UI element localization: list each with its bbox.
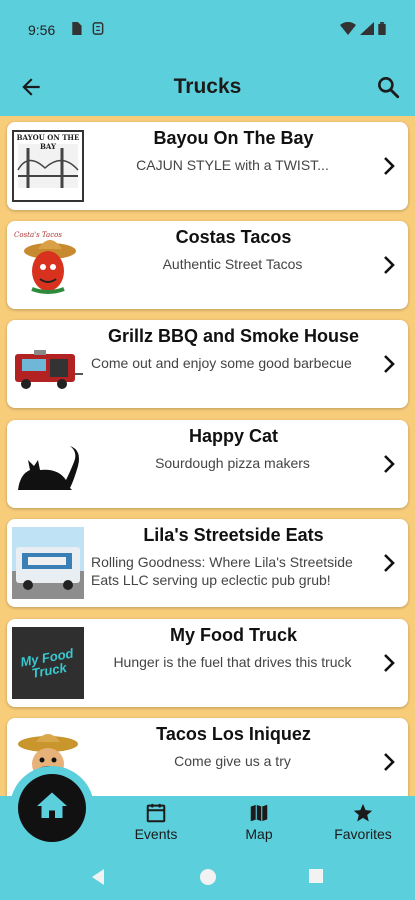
truck-card-grillz-bbq[interactable]: Grillz BBQ and Smoke House Come out and … — [7, 320, 408, 408]
truck-description: Rolling Goodness: Where Lila's Streetsid… — [91, 554, 353, 588]
calendar-icon — [146, 803, 166, 823]
home-button[interactable] — [18, 774, 86, 842]
truck-card-bayou-on-the-bay[interactable]: BAYOU ON THE BAY Bayou On The Bay CAJUN … — [7, 122, 408, 210]
chevron-right-icon — [384, 355, 395, 373]
truck-logo-my-food-truck: My Food Truck — [12, 627, 84, 699]
map-icon — [250, 804, 268, 822]
data-saver-icon — [92, 22, 104, 35]
truck-logo-grillz — [12, 328, 84, 400]
system-nav-bar — [0, 856, 415, 900]
chevron-right-icon — [384, 256, 395, 274]
truck-name: Tacos Los Iniquez — [156, 724, 311, 744]
star-icon — [353, 803, 373, 822]
truck-description: Hunger is the fuel that drives this truc… — [113, 654, 352, 670]
truck-name: Bayou On The Bay — [153, 128, 314, 148]
truck-list[interactable]: BAYOU ON THE BAY Bayou On The Bay CAJUN … — [0, 116, 415, 796]
truck-description: Come give us a try — [174, 753, 291, 769]
status-time: 9:56 — [28, 22, 56, 38]
truck-name: Costas Tacos — [175, 227, 292, 247]
costas-logo-text: Costa's Tacos — [14, 231, 62, 239]
truck-description: Authentic Street Tacos — [162, 256, 303, 272]
nav-map[interactable]: Map — [236, 802, 282, 842]
nav-map-label: Map — [245, 826, 273, 842]
truck-name: Lila's Streetside Eats — [143, 525, 324, 545]
status-bar: 9:56 — [0, 0, 415, 60]
truck-card-lilas-streetside-eats[interactable]: Lila's Streetside Eats Rolling Goodness:… — [7, 519, 408, 607]
search-icon[interactable] — [375, 74, 401, 100]
truck-logo-bayou: BAYOU ON THE BAY — [12, 130, 84, 202]
home-icon — [37, 792, 67, 818]
truck-description: Sourdough pizza makers — [155, 455, 310, 471]
bayou-logo-text: BAYOU ON THE BAY — [16, 133, 80, 151]
chevron-right-icon — [384, 455, 395, 473]
home-circle-icon[interactable] — [199, 868, 217, 886]
truck-description: CAJUN STYLE with a TWIST... — [136, 157, 329, 173]
truck-description: Come out and enjoy some good barbecue — [91, 355, 352, 371]
back-triangle-icon[interactable] — [90, 868, 106, 886]
signal-icon — [360, 22, 374, 35]
nav-favorites[interactable]: Favorites — [330, 802, 396, 842]
nav-events-label: Events — [134, 826, 178, 842]
truck-logo-costas: Costa's Tacos — [12, 229, 84, 301]
sim-card-icon — [72, 22, 82, 35]
chevron-right-icon — [384, 554, 395, 572]
app-bar: Trucks — [0, 60, 415, 116]
truck-card-happy-cat[interactable]: Happy Cat Sourdough pizza makers — [7, 420, 408, 508]
truck-logo-happy-cat — [12, 428, 84, 500]
wifi-icon — [340, 22, 356, 35]
truck-name: My Food Truck — [169, 625, 297, 645]
truck-logo-lilas — [12, 527, 84, 599]
my-food-truck-logo-text: My Food Truck — [19, 645, 75, 681]
truck-name: Happy Cat — [188, 426, 278, 446]
nav-favorites-label: Favorites — [334, 826, 392, 842]
battery-icon — [378, 22, 386, 35]
page-title: Trucks — [173, 75, 242, 98]
chevron-right-icon — [384, 753, 395, 771]
nav-events[interactable]: Events — [128, 802, 184, 842]
recents-square-icon[interactable] — [308, 868, 324, 884]
chevron-right-icon — [384, 654, 395, 672]
truck-name: Grillz BBQ and Smoke House — [107, 326, 360, 346]
truck-card-costas-tacos[interactable]: Costa's Tacos Costas Tacos Authentic Str… — [7, 221, 408, 309]
truck-card-my-food-truck[interactable]: My Food Truck My Food Truck Hunger is th… — [7, 619, 408, 707]
chevron-right-icon — [384, 157, 395, 175]
